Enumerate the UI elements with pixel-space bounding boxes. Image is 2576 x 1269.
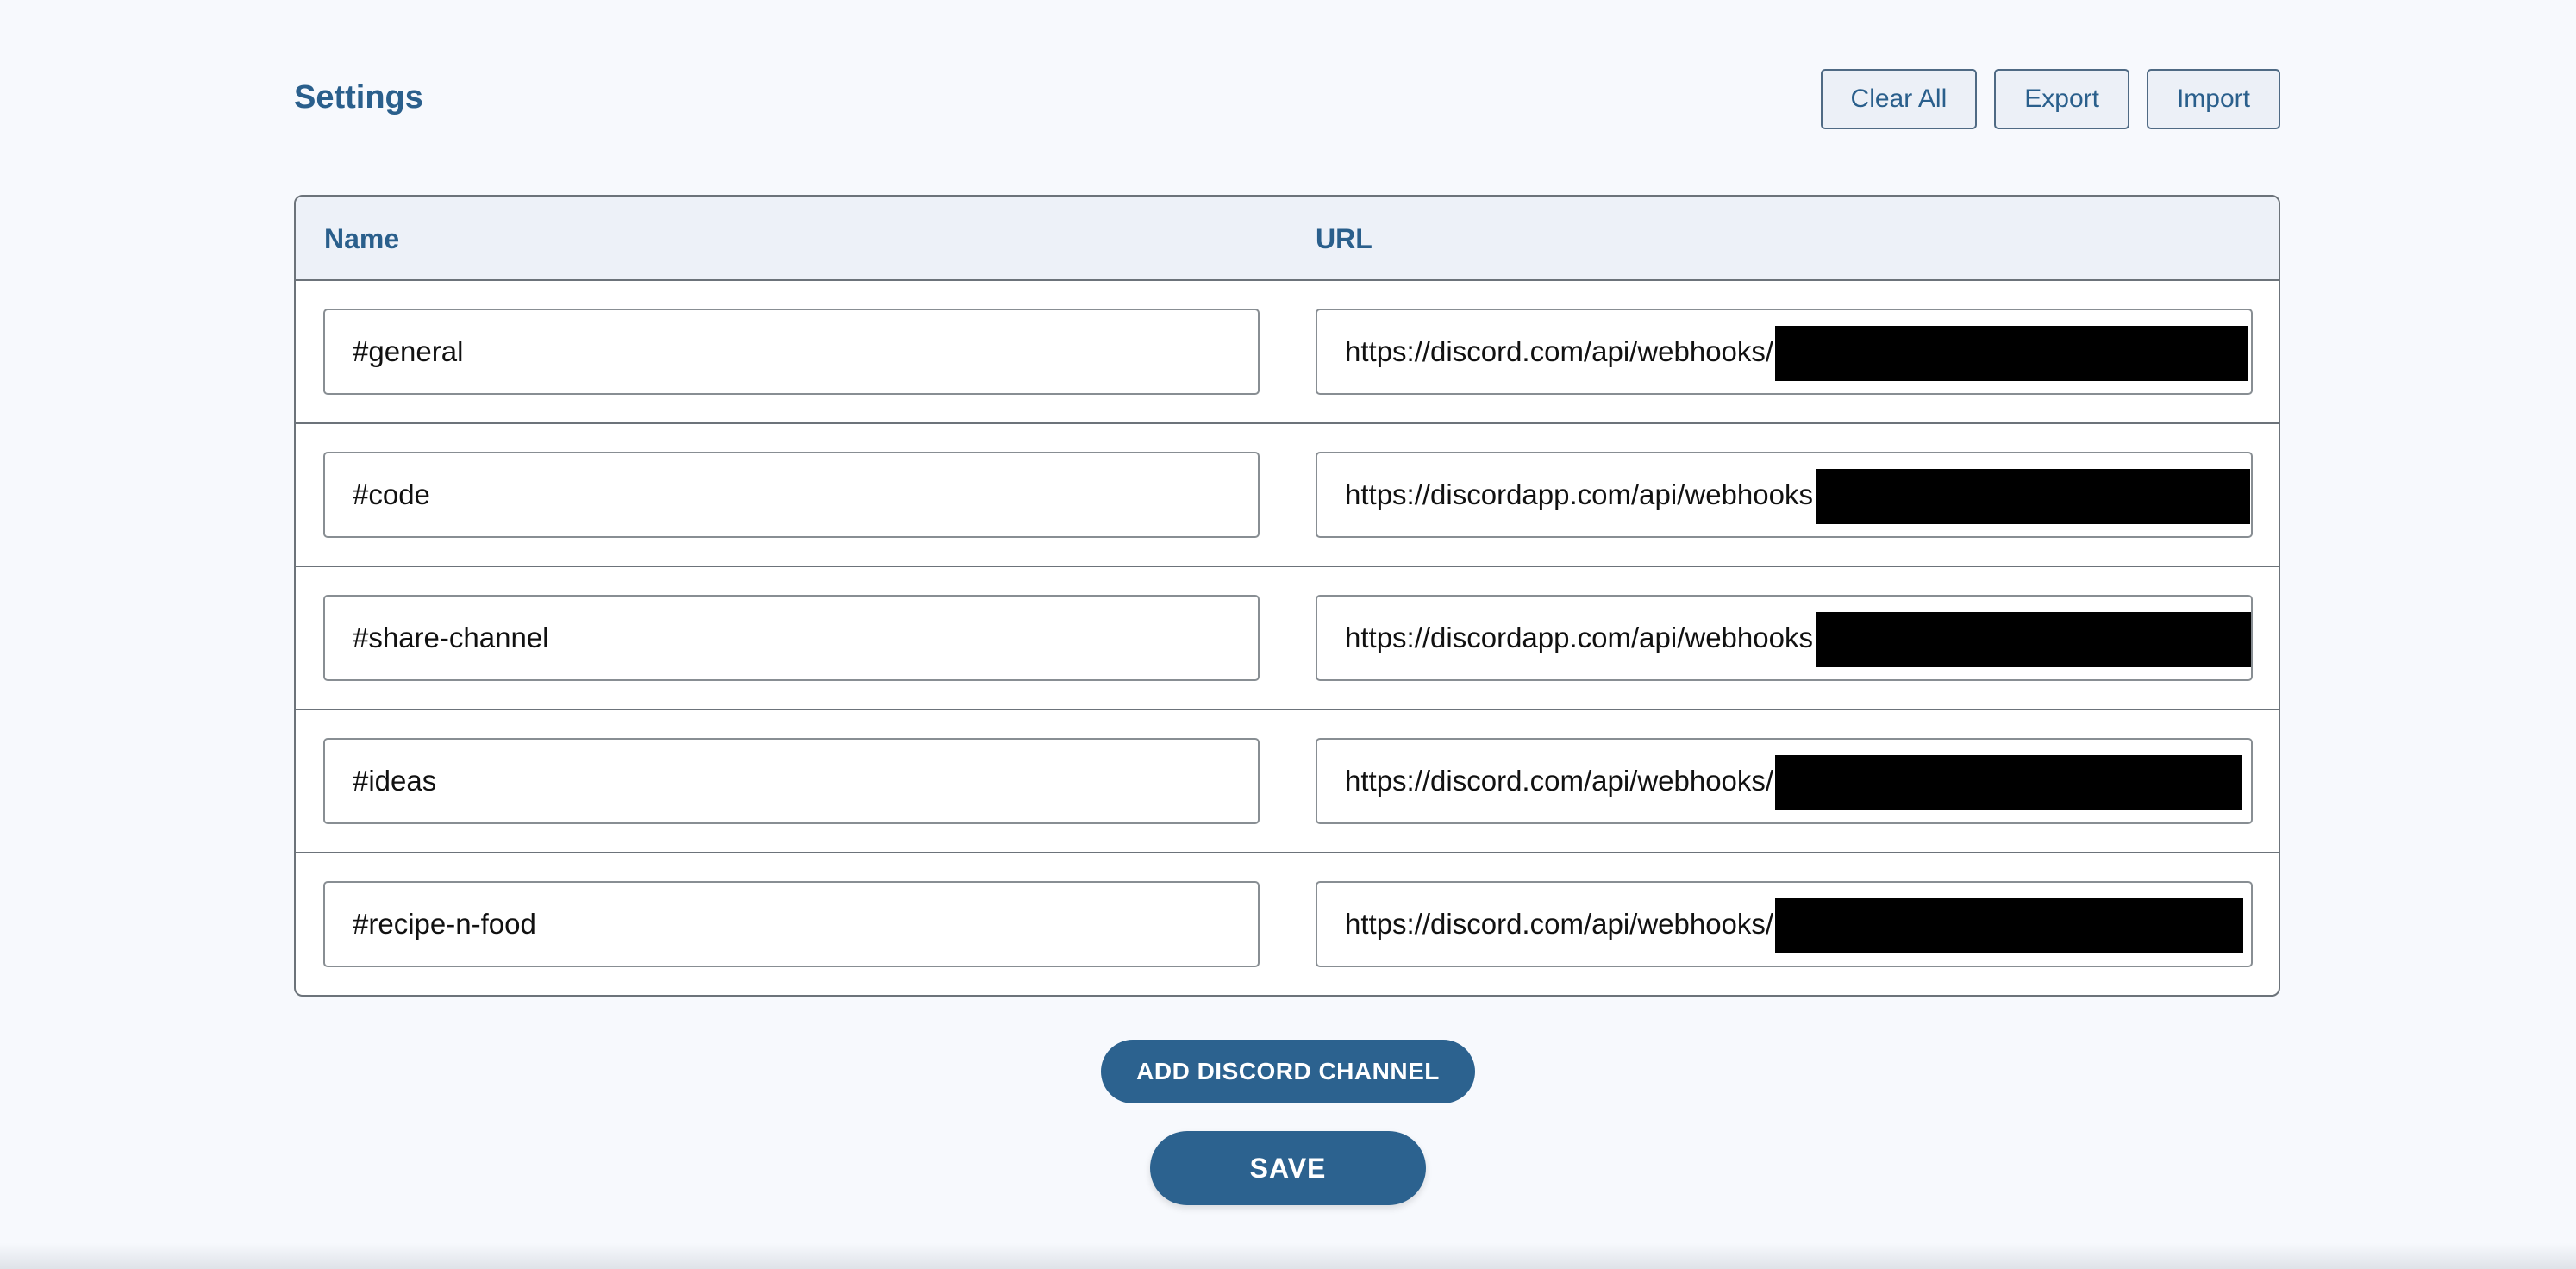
save-button[interactable]: SAVE [1150,1131,1426,1205]
redaction-block [1816,469,2250,524]
table-row: #share-channel https://discordapp.com/ap… [296,567,2279,710]
webhook-url-input[interactable]: https://discord.com/api/webhooks/ [1316,309,2253,395]
redaction-block [1816,612,2251,667]
channel-name-input[interactable]: #code [323,452,1260,538]
redaction-block [1775,755,2242,810]
column-header-url: URL [1316,223,1372,254]
redaction-block [1775,326,2248,381]
webhook-url-text: https://discord.com/api/webhooks/ [1345,765,1774,797]
table-row: #general https://discord.com/api/webhook… [296,281,2279,424]
table-header: Name URL [296,197,2279,281]
page-title: Settings [294,79,423,116]
webhook-url-text: https://discord.com/api/webhooks/ [1345,335,1774,367]
webhook-url-input[interactable]: https://discordapp.com/api/webhooks [1316,452,2253,538]
channel-name-input[interactable]: #share-channel [323,595,1260,681]
webhook-url-input[interactable]: https://discord.com/api/webhooks/ [1316,738,2253,824]
header-actions: Clear All Export Import [1820,69,2280,129]
channel-name-input[interactable]: #general [323,309,1260,395]
webhook-url-text: https://discordapp.com/api/webhooks [1345,622,1813,653]
channels-table: Name URL #general https://discord.com/ap… [294,195,2280,997]
export-button[interactable]: Export [1994,69,2129,129]
webhook-url-text: https://discordapp.com/api/webhooks [1345,478,1813,510]
redaction-block [1775,898,2243,953]
table-row: #recipe-n-food https://discord.com/api/w… [296,853,2279,995]
webhook-url-input[interactable]: https://discord.com/api/webhooks/ [1316,881,2253,967]
column-header-name: Name [324,223,400,254]
import-button[interactable]: Import [2146,69,2280,129]
table-row: #code https://discordapp.com/api/webhook… [296,424,2279,567]
clear-all-button[interactable]: Clear All [1820,69,1978,129]
bottom-shadow [0,1243,2576,1269]
webhook-url-input[interactable]: https://discordapp.com/api/webhooks [1316,595,2253,681]
channel-name-input[interactable]: #ideas [323,738,1260,824]
add-discord-channel-button[interactable]: ADD DISCORD CHANNEL [1101,1040,1475,1103]
webhook-url-text: https://discord.com/api/webhooks/ [1345,908,1774,940]
table-row: #ideas https://discord.com/api/webhooks/ [296,710,2279,853]
channel-name-input[interactable]: #recipe-n-food [323,881,1260,967]
